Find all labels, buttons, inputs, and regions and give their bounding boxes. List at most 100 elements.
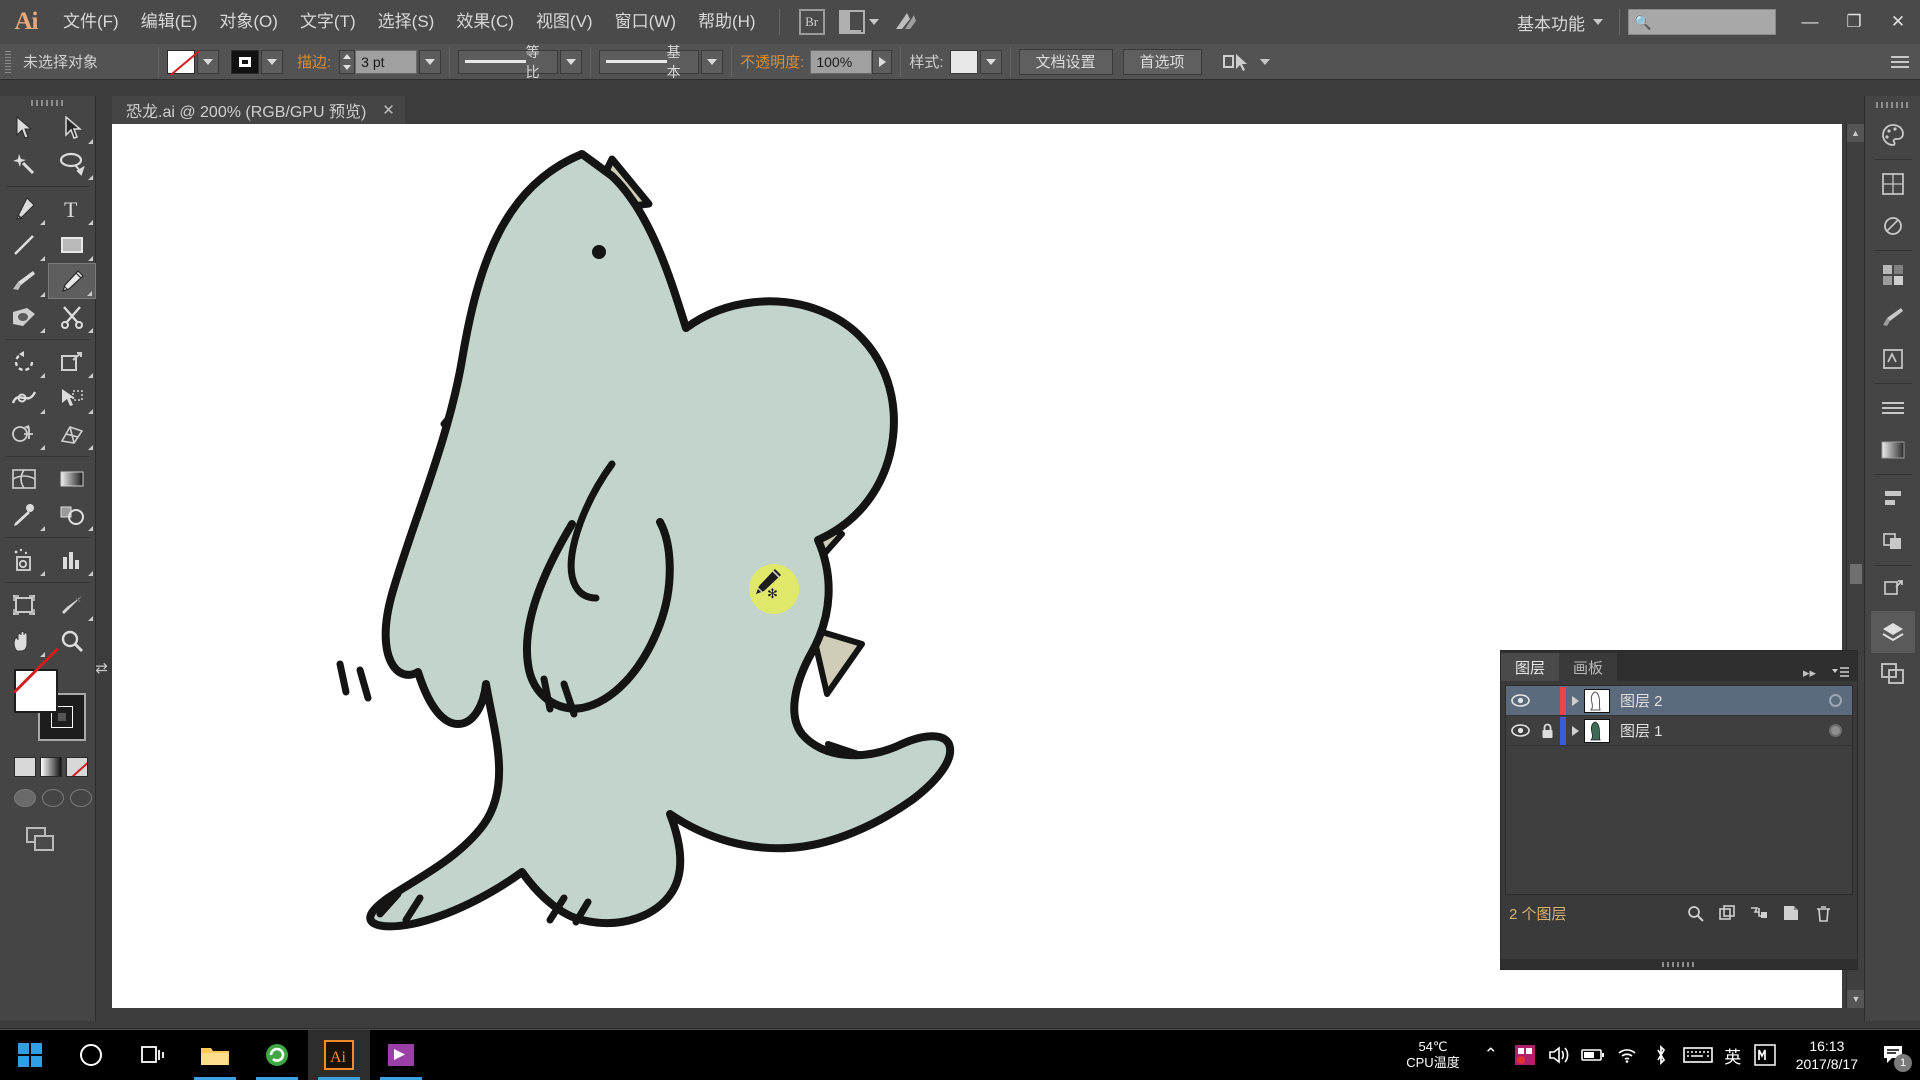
mesh-tool[interactable] (0, 461, 48, 497)
layer-visibility-toggle[interactable] (1506, 694, 1534, 707)
menu-effect[interactable]: 效果(C) (445, 0, 525, 44)
menu-edit[interactable]: 编辑(E) (130, 0, 209, 44)
control-bar-menu-icon[interactable] (1885, 49, 1915, 75)
panel-resize-grip[interactable] (1501, 959, 1857, 969)
task-view-button[interactable] (122, 1030, 184, 1080)
layers-icon[interactable] (1870, 611, 1915, 653)
stroke-color-swatch[interactable] (231, 49, 259, 74)
stroke-profile-combo[interactable]: 等比 (458, 44, 559, 80)
free-transform-tool[interactable] (48, 380, 96, 416)
chevron-up-icon[interactable]: ⌃ (1474, 1030, 1508, 1080)
cpu-temperature-indicator[interactable]: 54℃ CPU温度 (1406, 1039, 1459, 1072)
notifications-button[interactable]: 1 (1872, 1030, 1916, 1080)
draw-behind-button[interactable] (42, 789, 64, 807)
column-graph-tool[interactable] (48, 542, 96, 578)
menu-window[interactable]: 窗口(W) (604, 0, 687, 44)
layers-list[interactable]: 图层 2 图层 1 (1505, 685, 1853, 895)
selection-tool[interactable] (0, 110, 48, 146)
layer-expand-icon[interactable] (1566, 725, 1584, 736)
scroll-up-icon[interactable]: ▲ (1847, 124, 1864, 142)
tab-artboards[interactable]: 画板 (1559, 653, 1618, 681)
draw-normal-button[interactable] (14, 789, 36, 807)
direct-selection-tool[interactable] (48, 110, 96, 146)
opacity-field[interactable]: 100% (810, 49, 873, 74)
table-row[interactable]: 图层 1 (1506, 716, 1852, 746)
stroke-icon[interactable] (1871, 387, 1915, 429)
width-tool[interactable] (0, 380, 48, 416)
graphic-style-swatch[interactable] (949, 49, 978, 74)
scroll-down-icon[interactable]: ▼ (1847, 990, 1865, 1008)
menu-type[interactable]: 文字(T) (289, 0, 367, 44)
gradient-tool[interactable] (48, 461, 96, 497)
zoom-tool[interactable] (48, 623, 96, 659)
search-input[interactable]: 🔍 (1628, 9, 1776, 35)
fill-stroke-controls[interactable]: ⇄ (14, 660, 108, 741)
scissors-tool[interactable] (48, 299, 96, 335)
transparency-icon[interactable] (1871, 205, 1915, 247)
line-segment-tool[interactable] (0, 227, 48, 263)
window-close-button[interactable]: ✕ (1876, 0, 1920, 44)
menu-select[interactable]: 选择(S) (367, 0, 446, 44)
cortana-search-button[interactable] (60, 1030, 122, 1080)
gradient-button[interactable] (40, 757, 62, 777)
preferences-button[interactable]: 首选项 (1122, 48, 1202, 75)
fill-indicator[interactable] (14, 669, 58, 713)
color-icon[interactable] (1871, 114, 1915, 156)
layers-panel[interactable]: 图层 画板 ▸▸ 图层 2 图层 1 2 个图层 (1500, 650, 1858, 970)
menu-view[interactable]: 视图(V) (525, 0, 604, 44)
menu-file[interactable]: 文件(F) (52, 0, 130, 44)
menu-help[interactable]: 帮助(H) (687, 0, 767, 44)
taskbar-clock[interactable]: 16:13 2017/8/17 (1782, 1037, 1872, 1073)
magic-wand-tool[interactable] (0, 146, 48, 182)
fill-dropdown-button[interactable] (197, 49, 219, 74)
brushes-icon[interactable] (1871, 296, 1915, 338)
stroke-profile-dropdown[interactable] (560, 49, 583, 74)
delete-layer-icon[interactable] (1809, 900, 1837, 926)
illustrator-button[interactable]: Ai (308, 1030, 370, 1080)
symbol-sprayer-tool[interactable] (0, 542, 48, 578)
swap-fill-stroke-icon[interactable]: ⇄ (95, 659, 108, 677)
stroke-weight-stepper[interactable] (339, 49, 356, 74)
artboards-icon[interactable] (1871, 653, 1915, 695)
browser-360-button[interactable] (246, 1030, 308, 1080)
new-sublayer-icon[interactable] (1713, 900, 1741, 926)
menu-object[interactable]: 对象(O) (208, 0, 289, 44)
symbols-icon[interactable] (1871, 338, 1915, 380)
close-icon[interactable]: ✕ (382, 101, 395, 119)
align-icon[interactable] (1871, 478, 1915, 520)
window-minimize-button[interactable]: — (1788, 0, 1832, 44)
lasso-tool[interactable] (48, 146, 96, 182)
tools-panel-grip[interactable] (0, 96, 95, 110)
document-setup-button[interactable]: 文档设置 (1018, 48, 1113, 75)
keyboard-icon[interactable] (1678, 1030, 1718, 1080)
window-restore-button[interactable]: ❐ (1832, 0, 1876, 44)
select-similar-chevron-icon[interactable] (1259, 58, 1270, 65)
gradient-icon[interactable] (1871, 429, 1915, 471)
slice-tool[interactable] (48, 587, 96, 623)
control-bar-grip[interactable] (5, 50, 11, 73)
layer-name[interactable]: 图层 1 (1610, 720, 1818, 741)
pencil-tool[interactable] (48, 263, 96, 299)
stroke-dropdown-button[interactable] (261, 49, 283, 74)
battery-icon[interactable] (1576, 1030, 1610, 1080)
dock-grip[interactable] (1875, 102, 1910, 108)
stroke-weight-dropdown[interactable] (419, 49, 442, 74)
color-guide-icon[interactable] (1871, 163, 1915, 205)
stroke-weight-field[interactable]: 3 pt (355, 49, 418, 74)
opacity-flyout-button[interactable] (872, 49, 893, 74)
stock-icon[interactable] (891, 9, 921, 35)
start-button[interactable] (0, 1030, 60, 1080)
tab-layers[interactable]: 图层 (1501, 653, 1560, 681)
blob-brush-tool[interactable] (0, 299, 48, 335)
wifi-icon[interactable] (1610, 1030, 1644, 1080)
none-button[interactable] (66, 757, 88, 777)
scale-tool[interactable] (48, 344, 96, 380)
volume-icon[interactable] (1542, 1030, 1576, 1080)
layer-target-indicator[interactable] (1818, 694, 1852, 707)
pathfinder-icon[interactable] (1871, 520, 1915, 562)
brush-definition-combo[interactable]: 基本 (599, 44, 700, 80)
draw-inside-button[interactable] (70, 789, 92, 807)
bluetooth-icon[interactable] (1644, 1030, 1678, 1080)
shape-builder-tool[interactable] (0, 416, 48, 452)
layer-expand-icon[interactable] (1566, 695, 1584, 706)
